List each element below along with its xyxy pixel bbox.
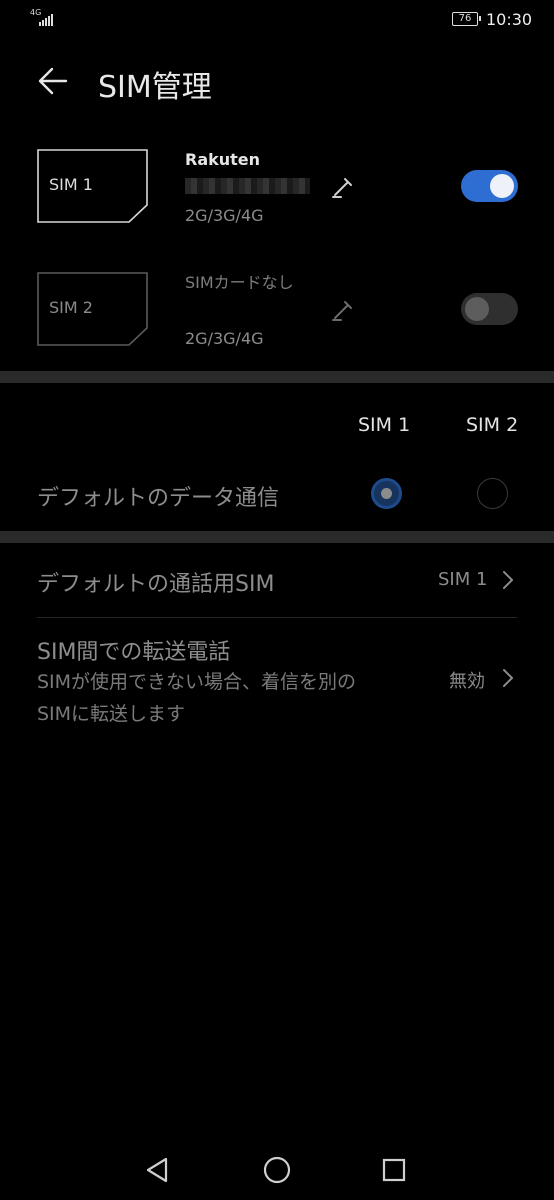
nav-recents-button[interactable] xyxy=(378,1154,410,1186)
status-bar: 4G 76 10:30 xyxy=(0,0,554,40)
sim1-name: Rakuten xyxy=(185,150,261,169)
sim1-edit-button[interactable] xyxy=(331,175,355,199)
default-call-label: デフォルトの通話用SIM xyxy=(37,572,275,597)
sim1-card: SIM 1 xyxy=(37,149,148,223)
circle-home-icon xyxy=(263,1156,291,1184)
sim1-number-redacted xyxy=(185,178,310,194)
network-type: 4G xyxy=(30,8,42,17)
chevron-right-icon xyxy=(503,571,513,589)
row-divider xyxy=(37,617,517,618)
column-header-sim2: SIM 2 xyxy=(466,414,519,436)
sim2-name: SIMカードなし xyxy=(185,273,294,292)
triangle-back-icon xyxy=(146,1157,168,1183)
signal-icon: 4G xyxy=(30,8,56,28)
sim2-edit-button[interactable] xyxy=(331,298,355,322)
forwarding-subtitle: SIMが使用できない場合、着信を別のSIMに転送します xyxy=(37,671,357,725)
pencil-icon xyxy=(332,301,352,321)
forwarding-title: SIM間での転送電話 xyxy=(37,640,231,665)
chevron-right-icon xyxy=(503,669,513,687)
arrow-left-icon xyxy=(38,67,68,95)
back-button[interactable] xyxy=(36,64,76,100)
section-divider xyxy=(0,371,554,383)
sim2-card-label: SIM 2 xyxy=(49,298,93,317)
toggle-knob xyxy=(490,174,514,198)
default-call-value: SIM 1 xyxy=(438,569,488,590)
nav-back-button[interactable] xyxy=(142,1154,174,1186)
column-header-sim1: SIM 1 xyxy=(358,414,411,436)
sim1-card-label: SIM 1 xyxy=(49,175,93,194)
section-divider xyxy=(0,531,554,543)
sim2-network-types: 2G/3G/4G xyxy=(185,329,264,348)
default-data-label: デフォルトのデータ通信 xyxy=(37,486,280,511)
square-recents-icon xyxy=(382,1158,406,1182)
clock: 10:30 xyxy=(486,10,533,29)
sim2-card: SIM 2 xyxy=(37,272,148,346)
toggle-knob xyxy=(465,297,489,321)
sim2-toggle[interactable] xyxy=(461,293,518,325)
battery-icon: 76 xyxy=(452,12,481,26)
sim1-network-types: 2G/3G/4G xyxy=(185,206,264,225)
sim1-toggle[interactable] xyxy=(461,170,518,202)
page-title: SIM管理 xyxy=(98,70,212,105)
nav-home-button[interactable] xyxy=(261,1154,293,1186)
default-data-radio-sim2[interactable] xyxy=(477,478,508,509)
default-data-radio-sim1[interactable] xyxy=(371,478,402,509)
pencil-icon xyxy=(332,178,352,198)
forwarding-value: 無効 xyxy=(449,671,485,692)
